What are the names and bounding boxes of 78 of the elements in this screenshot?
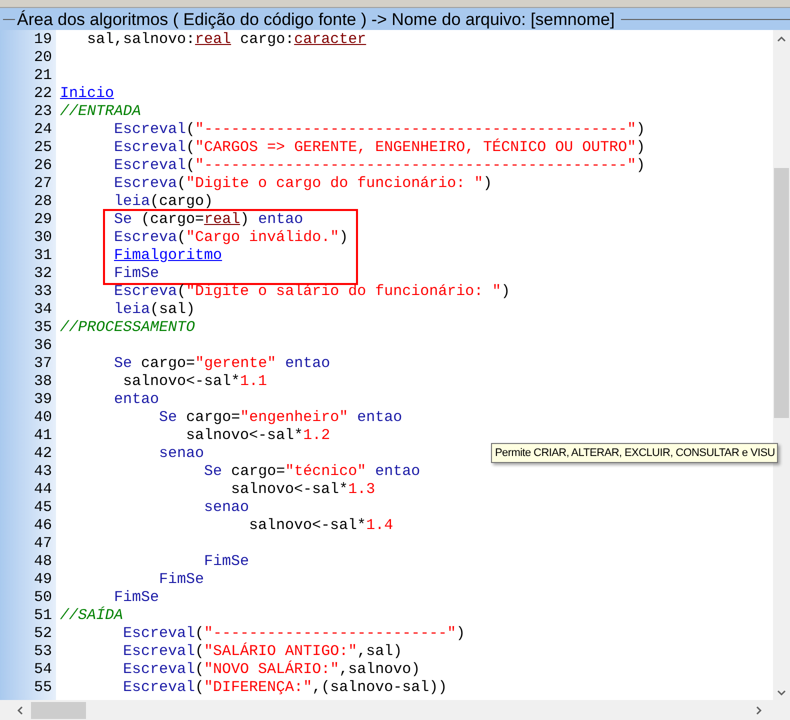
code-line: sal,salnovo:real cargo:caracter	[86, 31, 366, 48]
code-line: FimSe	[203, 553, 250, 570]
code-line: salnovo<-sal*1.3	[230, 481, 376, 498]
code-line: Se (cargo=real) entao	[113, 211, 304, 228]
line-number: 36	[32, 337, 53, 355]
line-number: 47	[32, 535, 53, 553]
code-line: Se cargo="técnico" entao	[203, 463, 420, 480]
line-number: 33	[32, 283, 53, 301]
scroll-up-icon[interactable]	[777, 36, 786, 42]
code-line: Fimalgoritmo	[113, 247, 222, 264]
code-line: salnovo<-sal*1.4	[248, 517, 394, 534]
line-number: 40	[32, 409, 53, 427]
code-line: //ENTRADA	[60, 103, 142, 120]
line-number: 49	[32, 571, 53, 589]
line-number: 51	[32, 607, 53, 625]
line-number: 35	[32, 319, 53, 337]
line-number: 46	[32, 517, 53, 535]
code-line: Escreval("-----------------------------------------------")	[113, 157, 646, 174]
line-number: 37	[32, 355, 53, 373]
code-line: //PROCESSAMENTO	[60, 319, 196, 336]
code-line: Inicio	[60, 85, 114, 102]
code-line: Escreval("--------------------------")	[122, 625, 466, 642]
code-line: Escreva("Cargo inválido.")	[113, 229, 348, 246]
code-line: senao	[158, 445, 204, 462]
line-number: 53	[32, 643, 53, 661]
line-number: 42	[32, 445, 53, 463]
line-number: 44	[32, 481, 53, 499]
line-number: 43	[32, 463, 53, 481]
code-line: Se cargo="engenheiro" entao	[158, 409, 402, 426]
code-line: entao	[113, 391, 160, 408]
line-number: 29	[32, 211, 53, 229]
code-line: FimSe	[113, 589, 160, 606]
line-number: 54	[32, 661, 53, 679]
line-number: 41	[32, 427, 53, 445]
code-line: Se cargo="gerente" entao	[113, 355, 330, 372]
line-number: 32	[32, 265, 53, 283]
line-number: 25	[32, 139, 53, 157]
code-line: //SAÍDA	[60, 607, 124, 624]
line-number: 22	[32, 85, 53, 103]
line-number: 38	[32, 373, 53, 391]
line-number: 21	[32, 67, 53, 85]
code-line: Escreval("DIFERENÇA:",(salnovo-sal))	[122, 679, 448, 696]
code-line: senao	[203, 499, 250, 516]
line-number: 30	[32, 229, 53, 247]
scrollbar-thumb[interactable]	[774, 168, 789, 418]
code-line: Escreva("Digite o salário do funcionário: ")	[113, 283, 510, 300]
line-number: 31	[32, 247, 53, 265]
scroll-left-icon[interactable]	[17, 706, 23, 714]
line-number: 34	[32, 301, 53, 319]
line-number: 52	[32, 625, 53, 643]
code-line: Escreval("SALÁRIO ANTIGO:",sal)	[122, 643, 402, 660]
code-line: FimSe	[113, 265, 160, 282]
line-number: 24	[32, 121, 53, 139]
code-line: leia(sal)	[113, 301, 196, 318]
line-number: 23	[32, 103, 53, 121]
code-line: FimSe	[158, 571, 204, 588]
line-number: 26	[32, 157, 53, 175]
code-line: salnovo<-sal*1.1	[122, 373, 268, 390]
code-line: leia(cargo)	[113, 193, 214, 210]
scrollbar-thumb[interactable]	[31, 702, 86, 718]
code-line: Escreval("-----------------------------------------------")	[113, 121, 646, 138]
line-number: 28	[32, 193, 53, 211]
tooltip: Permite CRIAR, ALTERAR, EXCLUIR, CONSULTAR e VISU	[491, 443, 778, 463]
code-line: Escreva("Digite o cargo do funcionário: ")	[113, 175, 492, 192]
scroll-right-icon[interactable]	[756, 706, 762, 714]
code-line: Escreval("NOVO SALÁRIO:",salnovo)	[122, 661, 420, 678]
line-number: 27	[32, 175, 53, 193]
line-number: 45	[32, 499, 53, 517]
line-number: 55	[32, 679, 53, 697]
line-number: 20	[32, 49, 53, 67]
panel-title: Área dos algoritmos ( Edição do código fonte ) -> Nome do arquivo: [semnome]	[17, 10, 615, 28]
code-line: salnovo<-sal*1.2	[185, 427, 330, 444]
line-number: 39	[32, 391, 53, 409]
line-number: 19	[32, 31, 53, 49]
scroll-down-icon[interactable]	[777, 690, 786, 696]
line-number: 50	[32, 589, 53, 607]
code-line: Escreval("CARGOS => GERENTE, ENGENHEIRO, TÉCNICO OU OUTRO")	[113, 139, 646, 156]
line-number: 48	[32, 553, 53, 571]
